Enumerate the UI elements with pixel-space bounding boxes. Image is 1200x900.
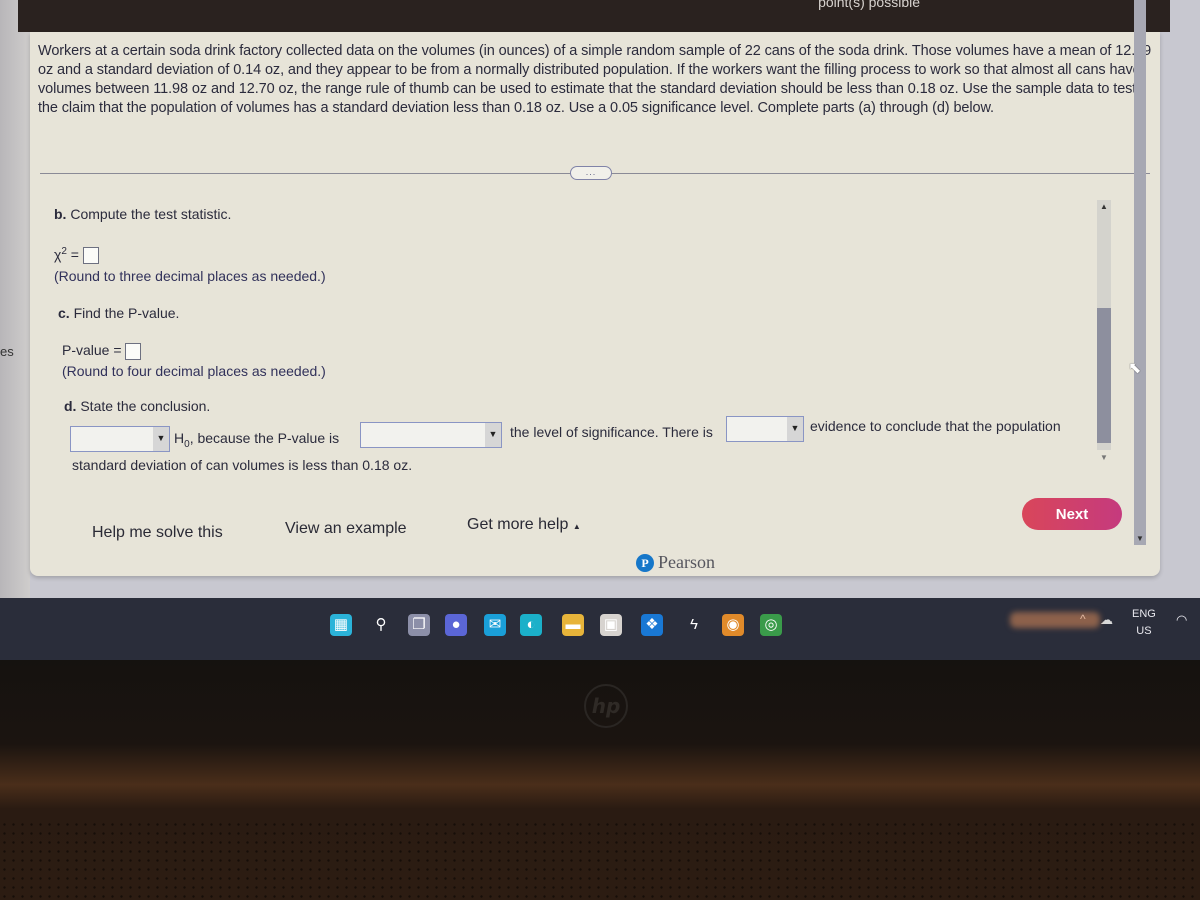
points-possible-text: point(s) possible xyxy=(818,0,920,10)
part-d-prompt: State the conclusion. xyxy=(80,398,211,414)
hp-logo: hp xyxy=(584,684,628,728)
outer-scrollbar[interactable]: ▼ xyxy=(1134,0,1146,545)
onedrive-cloud-icon[interactable]: ☁ xyxy=(1100,612,1113,628)
conclusion-tail-text: standard deviation of can volumes is les… xyxy=(72,457,413,473)
reject-decision-dropdown[interactable]: ▼ xyxy=(70,426,170,452)
pearson-wordmark: Pearson xyxy=(658,552,715,572)
top-bar: point(s) possible xyxy=(18,0,1170,32)
scroll-down-icon[interactable]: ▼ xyxy=(1100,453,1108,462)
view-an-example-link[interactable]: View an example xyxy=(285,520,407,538)
speaker-grill xyxy=(0,820,1200,900)
level-of-significance-text: the level of significance. There is xyxy=(510,424,713,440)
browser-orange-icon[interactable]: ◉ xyxy=(722,614,744,636)
dropdown-arrow-icon: ▼ xyxy=(485,423,501,447)
background-window-edge xyxy=(0,0,30,600)
part-c-letter: c. xyxy=(58,305,70,321)
pearson-logo-icon: P xyxy=(636,553,654,572)
outer-scroll-down-icon[interactable]: ▼ xyxy=(1136,534,1144,543)
file-explorer-icon[interactable]: ▬ xyxy=(562,614,584,636)
task-view-icon[interactable]: ❐ xyxy=(408,614,430,636)
wifi-icon[interactable]: ◠ xyxy=(1176,612,1187,628)
chi-square-row: χ2 = xyxy=(54,246,99,265)
p-value-input[interactable] xyxy=(125,342,142,360)
part-c-prompt: Find the P-value. xyxy=(73,305,180,321)
h0-symbol: H xyxy=(174,430,185,446)
p-value-row: P-value = xyxy=(62,342,142,360)
part-b-rounding-note: (Round to three decimal places as needed… xyxy=(54,268,326,284)
microsoft-store-icon[interactable]: ▣ xyxy=(600,614,622,636)
dropbox-icon[interactable]: ❖ xyxy=(641,614,663,636)
region-code: US xyxy=(1136,625,1152,637)
caret-up-icon: ▲ xyxy=(572,522,581,531)
mouse-cursor-icon: ⬉ xyxy=(1128,360,1142,377)
background-window-label: es xyxy=(0,344,14,359)
part-c-heading: c. Find the P-value. xyxy=(58,305,179,321)
screen-glare xyxy=(1010,612,1100,628)
question-panel: Workers at a certain soda drink factory … xyxy=(30,32,1160,576)
inner-scrollbar[interactable]: ▲ ▼ xyxy=(1097,200,1111,462)
h0-because-text: H0, because the P-value is xyxy=(174,430,339,450)
part-d-heading: d. State the conclusion. xyxy=(64,398,210,414)
pearson-brand: P Pearson xyxy=(636,552,715,573)
teams-chat-icon[interactable]: ● xyxy=(445,614,467,636)
because-text: , because the P-value is xyxy=(189,430,340,446)
expand-question-button[interactable]: ... xyxy=(570,166,612,180)
get-more-help-link[interactable]: Get more help ▲ xyxy=(467,516,581,534)
part-b-heading: b. Compute the test statistic. xyxy=(54,206,231,222)
p-value-comparison-dropdown[interactable]: ▼ xyxy=(360,422,502,448)
language-indicator[interactable]: ENG US xyxy=(1132,606,1156,640)
language-code: ENG xyxy=(1132,608,1156,620)
scroll-up-icon[interactable]: ▲ xyxy=(1100,202,1108,211)
dropdown-arrow-icon: ▼ xyxy=(153,427,169,451)
app-lightning-icon[interactable]: ϟ xyxy=(683,614,705,636)
edge-browser-icon[interactable]: ◐ xyxy=(520,614,542,636)
question-text: Workers at a certain soda drink factory … xyxy=(38,43,1152,116)
search-icon[interactable]: ⚲ xyxy=(370,614,392,636)
windows-start-icon[interactable]: ▦ xyxy=(330,614,352,636)
evidence-dropdown[interactable]: ▼ xyxy=(726,416,804,442)
evidence-text: evidence to conclude that the population xyxy=(810,418,1061,434)
next-button[interactable]: Next xyxy=(1022,498,1122,530)
screen: es point(s) possible Workers at a certai… xyxy=(0,0,1200,662)
dropdown-arrow-icon: ▼ xyxy=(787,417,803,441)
chrome-icon[interactable]: ◎ xyxy=(760,614,782,636)
taskbar: ▦⚲❐●✉◐▬▣❖ϟ◉◎ ^ ☁ ENG US ◠ xyxy=(0,598,1200,660)
test-statistic-input[interactable] xyxy=(82,247,99,265)
get-more-help-label: Get more help xyxy=(467,516,569,533)
part-b-prompt: Compute the test statistic. xyxy=(70,206,232,222)
mail-icon[interactable]: ✉ xyxy=(484,614,506,636)
part-b-letter: b. xyxy=(54,206,67,222)
p-value-label: P-value = xyxy=(62,342,122,358)
part-c-rounding-note: (Round to four decimal places as needed.… xyxy=(62,363,326,379)
inner-scrollbar-thumb[interactable] xyxy=(1097,308,1111,443)
part-d-letter: d. xyxy=(64,398,77,414)
help-me-solve-this-link[interactable]: Help me solve this xyxy=(92,524,223,542)
equals-sign: = xyxy=(66,246,79,263)
